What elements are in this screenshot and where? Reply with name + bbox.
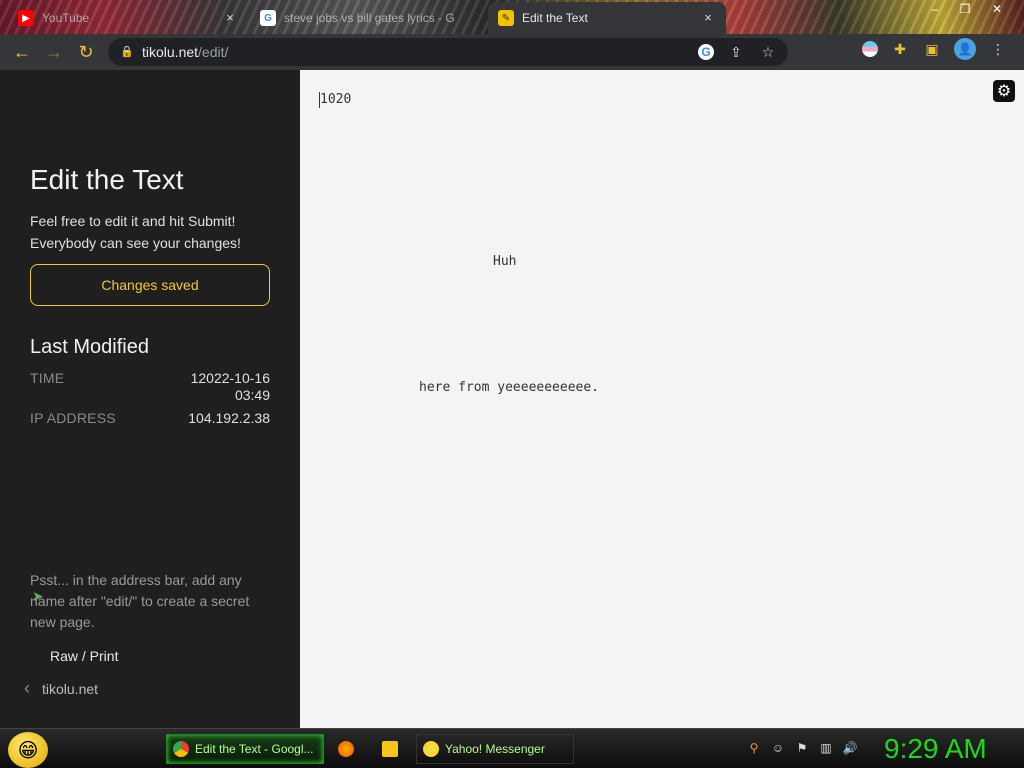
close-icon[interactable]: × — [222, 10, 238, 26]
google-lens-icon[interactable]: G — [698, 44, 714, 60]
system-tray: ⚲ ☺ ⚑ ▥ 🔊 — [746, 740, 858, 756]
editor-line: Huh — [493, 254, 517, 269]
taskbar-clock[interactable]: 9:29 AM — [884, 733, 987, 765]
edit-icon: ✎ — [498, 10, 514, 26]
search-icon[interactable]: ⚲ — [746, 740, 762, 756]
mouse-cursor-icon: ➤ — [32, 588, 44, 604]
taskbar-item-folder[interactable] — [376, 734, 410, 764]
intro-text: Feel free to edit it and hit Submit! Eve… — [30, 213, 241, 251]
address-bar[interactable]: 🔒 tikolu.net/edit/ G ⇪ ☆ — [108, 38, 788, 66]
reload-icon[interactable]: ↻ — [70, 36, 102, 68]
secret-page-tip: Psst... in the address bar, add any name… — [30, 572, 250, 630]
start-button-smiley-icon[interactable]: 😁 — [8, 732, 48, 768]
changes-saved-button[interactable]: Changes saved — [30, 264, 270, 306]
bookmark-star-icon[interactable]: ☆ — [758, 42, 778, 62]
gear-icon[interactable]: ⚙ — [993, 80, 1015, 102]
text-caret — [319, 92, 320, 108]
youtube-icon: ▶ — [18, 10, 34, 26]
minimize-button[interactable]: – — [920, 0, 950, 20]
taskbar-item-label: Yahoo! Messenger — [445, 742, 545, 756]
tab-strip: ▶ YouTube × G steve jobs vs bill gates l… — [0, 0, 1024, 34]
share-icon[interactable]: ⇪ — [726, 42, 746, 62]
home-link-label: tikolu.net — [42, 680, 99, 697]
ip-label: IP ADDRESS — [30, 410, 116, 426]
editor-line: 1020 — [320, 92, 352, 107]
time-value: 12022-10-16 03:49 — [190, 370, 270, 403]
messenger-status-icon[interactable]: ☺ — [770, 740, 786, 756]
chevron-left-icon: ‹ — [24, 678, 30, 698]
extensions-area: ✚ ▣ 👤 ⋮ — [862, 38, 1008, 60]
network-icon[interactable]: ▥ — [818, 740, 834, 756]
google-icon: G — [260, 10, 276, 26]
tab-edit-the-text[interactable]: ✎ Edit the Text × — [488, 2, 726, 34]
last-modified-heading: Last Modified — [30, 336, 149, 358]
taskbar-item-label: Edit the Text - Googl... — [195, 742, 314, 756]
volume-icon[interactable]: 🔊 — [842, 740, 858, 756]
side-panel-icon[interactable]: ▣ — [922, 39, 942, 59]
chrome-icon — [173, 741, 189, 757]
forward-arrow-icon[interactable]: → — [38, 36, 70, 68]
flag-extension-icon[interactable] — [862, 41, 878, 57]
raw-print-link[interactable]: Raw / Print — [50, 648, 118, 664]
text-editor[interactable]: 1020 Huh here from yeeeeeeeeeee. — [300, 70, 1024, 728]
tab-title: steve jobs vs bill gates lyrics - G — [284, 11, 455, 25]
sidebar: Edit the Text Feel free to edit it and h… — [0, 70, 300, 728]
back-arrow-icon[interactable]: ← — [6, 36, 38, 68]
time-row: TIME 12022-10-16 03:49 — [30, 370, 270, 406]
taskbar-item-chrome[interactable]: Edit the Text - Googl... — [166, 734, 324, 764]
window-close-button[interactable]: ✕ — [982, 0, 1012, 20]
time-label: TIME — [30, 370, 65, 386]
taskbar-item-yahoo-messenger[interactable]: ☺ Yahoo! Messenger — [416, 734, 574, 764]
tab-title: YouTube — [42, 11, 90, 25]
editor-line: here from yeeeeeeeeeee. — [419, 380, 600, 395]
tab-youtube[interactable]: ▶ YouTube × — [8, 4, 248, 32]
firefox-icon — [338, 741, 354, 757]
home-link[interactable]: ‹ tikolu.net — [24, 678, 98, 699]
yahoo-messenger-icon: ☺ — [423, 741, 439, 757]
ip-value: 104.192.2.38 — [188, 410, 270, 426]
ip-row: IP ADDRESS 104.192.2.38 — [30, 410, 270, 430]
url-path: /edit/ — [198, 44, 229, 60]
folder-icon — [382, 741, 398, 757]
puzzle-extensions-icon[interactable]: ✚ — [890, 39, 910, 59]
close-icon[interactable]: × — [700, 10, 716, 26]
tab-google-search[interactable]: G steve jobs vs bill gates lyrics - G — [250, 4, 486, 32]
action-center-flag-icon[interactable]: ⚑ — [794, 740, 810, 756]
page-title: Edit the Text — [30, 164, 184, 195]
taskbar: 😁 Edit the Text - Googl... ☺ Yahoo! Mess… — [0, 728, 1024, 768]
taskbar-item-firefox[interactable] — [332, 734, 366, 764]
url-host: tikolu.net — [142, 44, 199, 60]
more-menu-icon[interactable]: ⋮ — [988, 39, 1008, 59]
lock-icon: 🔒 — [120, 46, 134, 58]
maximize-button[interactable]: ❐ — [950, 0, 980, 20]
profile-avatar-icon[interactable]: 👤 — [954, 38, 976, 60]
tab-title: Edit the Text — [522, 11, 588, 25]
